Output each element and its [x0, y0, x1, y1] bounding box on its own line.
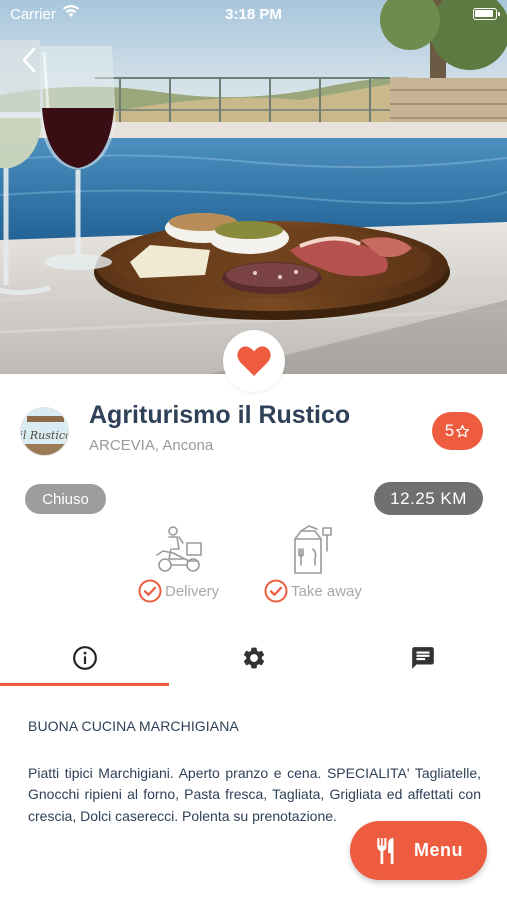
- restaurant-location: ARCEVIA, Ancona: [89, 437, 214, 454]
- check-circle-icon: [138, 579, 162, 603]
- status-bar: Carrier 3:18 PM: [0, 0, 507, 28]
- check-circle-icon: [264, 579, 288, 603]
- fork-knife-icon: [377, 837, 394, 864]
- gear-icon: [243, 647, 264, 669]
- favorite-button[interactable]: [223, 330, 285, 392]
- hero-image: Carrier 3:18 PM: [0, 0, 507, 374]
- service-delivery-label: Delivery: [165, 582, 220, 600]
- logo-text: il Rustico: [21, 429, 69, 442]
- restaurant-name: Agriturismo il Rustico: [89, 401, 351, 429]
- service-delivery: Delivery: [138, 525, 219, 603]
- distance-badge: 12.25 KM: [374, 482, 483, 515]
- heart-icon: [237, 346, 271, 376]
- tab-reviews[interactable]: [338, 630, 507, 686]
- description-body: Piatti tipici Marchigiani. Aperto pranzo…: [28, 765, 481, 824]
- tab-settings[interactable]: [169, 630, 338, 686]
- tab-info[interactable]: [0, 630, 169, 686]
- tab-bar: [0, 630, 507, 686]
- open-status-badge: Chiuso: [25, 484, 106, 514]
- delivery-scooter-icon: [155, 526, 202, 572]
- description-heading: BUONA CUCINA MARCHIGIANA: [28, 718, 239, 734]
- hero-photo: [0, 0, 507, 374]
- restaurant-logo: il Rustico: [20, 407, 69, 456]
- service-takeaway: Take away: [264, 525, 362, 603]
- rating-value: 5: [444, 421, 455, 440]
- rating-badge: 5: [432, 412, 483, 450]
- back-button[interactable]: [14, 44, 44, 76]
- service-takeaway-label: Take away: [291, 582, 362, 600]
- clock: 3:18 PM: [225, 6, 282, 23]
- chat-icon: [411, 647, 434, 669]
- battery-icon: [473, 8, 500, 20]
- star-outline-icon: [456, 424, 470, 437]
- takeaway-bag-icon: [294, 525, 332, 574]
- menu-button[interactable]: Menu: [350, 821, 487, 880]
- menu-button-label: Menu: [414, 840, 463, 860]
- info-icon: [72, 646, 97, 670]
- chevron-left-icon: [22, 47, 36, 73]
